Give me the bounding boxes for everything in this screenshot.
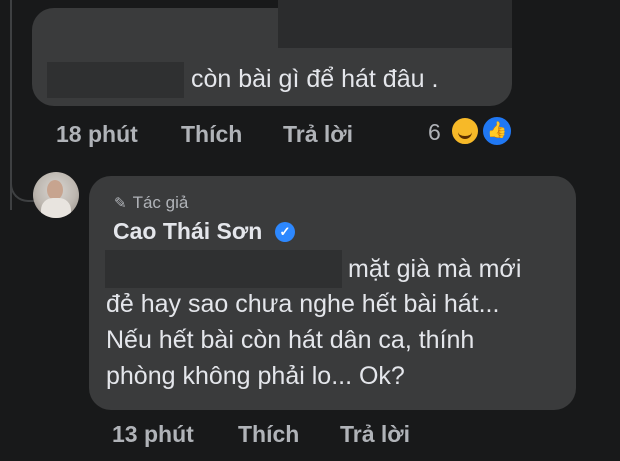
avatar[interactable]: [33, 172, 79, 218]
avatar-body: [41, 198, 71, 218]
reply-reply-button[interactable]: Trả lời: [340, 421, 410, 448]
verified-badge-icon: ✓: [275, 222, 295, 242]
reply-like-button[interactable]: Thích: [238, 421, 299, 448]
avatar-face: [47, 180, 63, 200]
comment-timestamp[interactable]: 18 phút: [56, 121, 138, 148]
redacted-mention: [105, 250, 342, 288]
reaction-count[interactable]: 6: [428, 119, 441, 146]
reply-text-line: đẻ hay sao chưa nghe hết bài hát...: [106, 290, 500, 318]
pencil-icon: ✎: [114, 195, 127, 212]
redacted-area: [278, 0, 512, 48]
reply-text-line: Nếu hết bài còn hát dân ca, thính: [106, 326, 475, 354]
comment-text: còn bài gì để hát đâu .: [191, 65, 439, 93]
author-name[interactable]: Cao Thái Sơn: [113, 218, 262, 245]
redacted-name: [47, 62, 184, 98]
like-icon[interactable]: 👍: [481, 115, 513, 147]
reply-text-line: mặt già mà mới: [348, 255, 522, 283]
author-badge: ✎ Tác giả: [114, 193, 188, 213]
reply-text-line: phòng không phải lo... Ok?: [106, 362, 405, 390]
haha-icon[interactable]: [450, 116, 480, 146]
like-button[interactable]: Thích: [181, 121, 242, 148]
reply-button[interactable]: Trả lời: [283, 121, 353, 148]
reply-timestamp[interactable]: 13 phút: [112, 421, 194, 448]
author-badge-label: Tác giả: [132, 193, 189, 212]
